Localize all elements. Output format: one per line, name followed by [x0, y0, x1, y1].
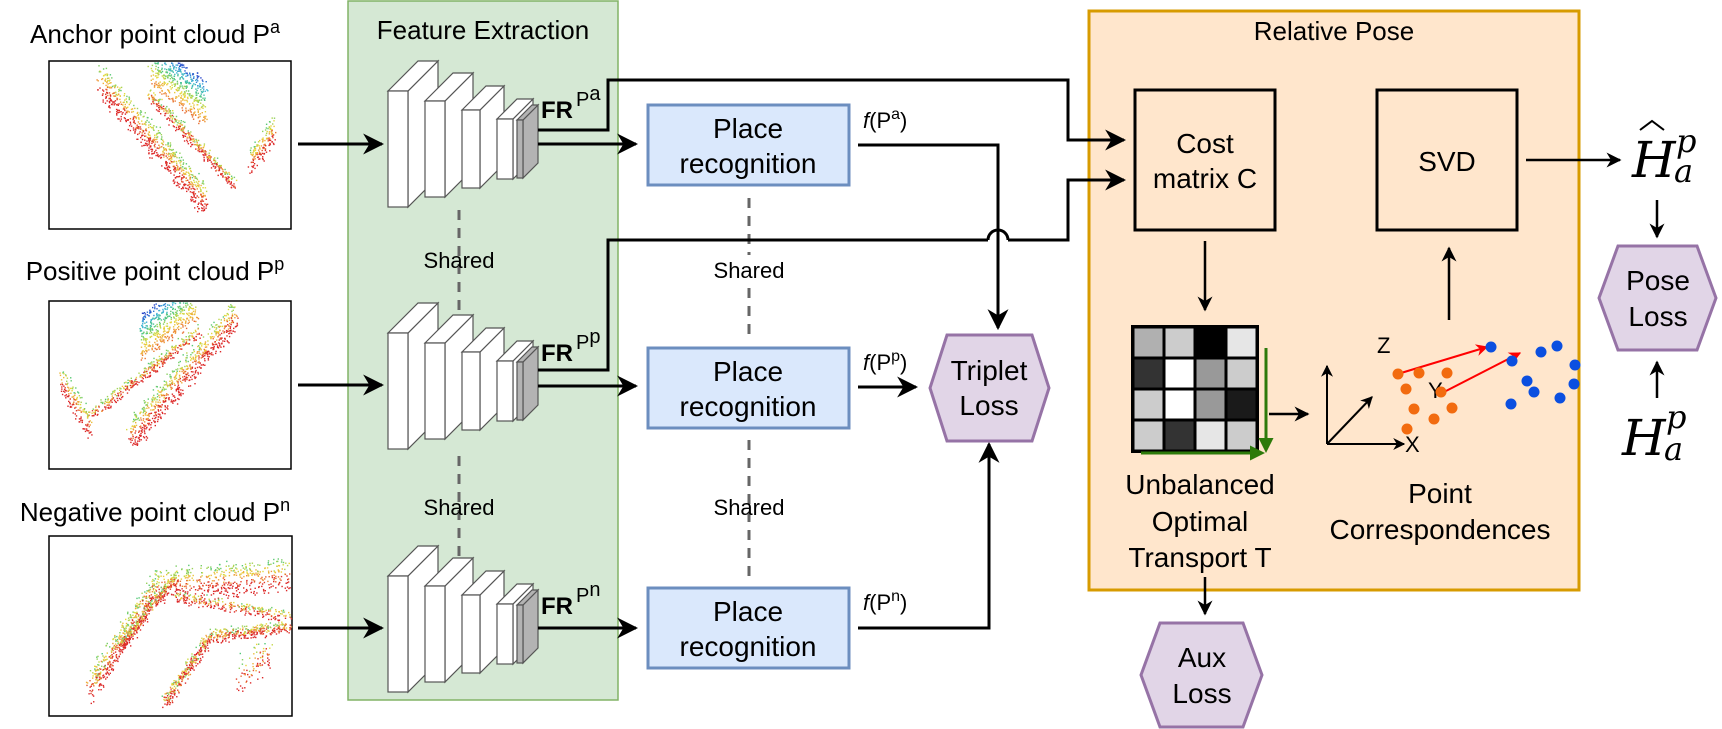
hat-accent	[1639, 119, 1665, 131]
transport-matrix-cell	[1227, 328, 1256, 357]
transport-matrix-cell	[1165, 328, 1194, 357]
target-point	[1551, 340, 1563, 352]
transport-matrix	[1131, 325, 1259, 453]
shared-label-place-1: Shared	[714, 258, 785, 283]
ground-truth-pose-symbol: H	[1621, 409, 1667, 467]
ground-truth-pose: H p a	[1621, 398, 1686, 468]
transport-label: Optimal	[1152, 506, 1248, 537]
place-recognition-anchor: Place recognition	[646, 103, 851, 187]
pipeline-diagram: Feature Extraction Relative Pose Anchor …	[20, 0, 1718, 729]
input-label-anchor: Anchor point cloud Pa	[30, 17, 281, 49]
aux-loss: Aux Loss	[1139, 621, 1264, 729]
transport-matrix-cell	[1196, 390, 1225, 419]
target-point	[1506, 355, 1518, 367]
triplet-loss: Triplet Loss	[928, 333, 1051, 443]
target-point	[1554, 392, 1566, 404]
ground-truth-pose-sub: a	[1664, 430, 1683, 468]
transport-matrix-cell	[1227, 359, 1256, 388]
correspondences-label: Correspondences	[1329, 514, 1550, 545]
aux-loss-label: Aux	[1178, 642, 1226, 673]
target-point	[1569, 359, 1581, 371]
transport-matrix-cell	[1196, 328, 1225, 357]
correspondences-label: Point	[1408, 478, 1472, 509]
transport-matrix-cell	[1165, 359, 1194, 388]
pose-loss: Pose Loss	[1597, 244, 1718, 352]
transport-matrix-cell	[1134, 421, 1163, 450]
triplet-loss-label: Triplet	[951, 355, 1028, 386]
transport-matrix-cell	[1196, 421, 1225, 450]
pose-loss-hexagon	[1597, 244, 1718, 352]
feature-extraction-title: Feature Extraction	[377, 15, 589, 45]
transport-matrix-cell	[1134, 359, 1163, 388]
target-point	[1485, 341, 1497, 353]
input-label-negative: Negative point cloud Pn	[20, 495, 290, 527]
aux-loss-label: Loss	[1172, 678, 1231, 709]
shared-label-encoder-1: Shared	[424, 248, 495, 273]
target-point	[1528, 386, 1540, 398]
arrow-descriptor-anchor-to-triplet	[858, 143, 1009, 331]
shared-label-place-2: Shared	[714, 495, 785, 520]
source-point	[1428, 413, 1440, 425]
pose-loss-label: Pose	[1626, 265, 1690, 296]
source-point	[1435, 386, 1447, 398]
transport-matrix-cell	[1165, 421, 1194, 450]
target-point	[1521, 375, 1533, 387]
source-point	[1413, 367, 1425, 379]
transport-matrix-cell	[1227, 390, 1256, 419]
svd-label: SVD	[1418, 146, 1476, 177]
relative-pose-panel	[1087, 9, 1581, 592]
input-anchor: Anchor point cloud Pa	[30, 17, 292, 230]
place-recognition-label: Place	[713, 356, 783, 387]
relative-pose-group: Relative Pose	[1087, 9, 1581, 592]
transport-matrix-cell	[1134, 390, 1163, 419]
place-recognition-label: Place	[713, 596, 783, 627]
source-point	[1441, 367, 1453, 379]
target-point	[1535, 346, 1547, 358]
relative-pose-title: Relative Pose	[1254, 16, 1414, 46]
estimated-pose-symbol: H	[1631, 131, 1677, 189]
aux-loss-hexagon	[1139, 621, 1264, 729]
estimated-pose-sub: a	[1674, 152, 1693, 190]
triplet-loss-label: Loss	[959, 390, 1018, 421]
input-label-positive: Positive point cloud Pp	[26, 254, 285, 286]
transport-matrix-cell	[1134, 328, 1163, 357]
descriptor-label-positive: f(Pp)	[863, 348, 907, 375]
transport-matrix-cell	[1196, 359, 1225, 388]
source-point	[1408, 403, 1420, 415]
place-recognition-positive: Place recognition	[646, 346, 851, 430]
pose-loss-label: Loss	[1628, 301, 1687, 332]
axis-x-label: X	[1405, 432, 1420, 457]
shared-label-encoder-2: Shared	[424, 495, 495, 520]
cost-matrix-label: matrix C	[1153, 163, 1257, 194]
estimated-pose: H p a	[1631, 119, 1696, 190]
transport-label: Unbalanced	[1125, 469, 1274, 500]
source-point	[1401, 423, 1413, 435]
place-recognition-negative: Place recognition	[646, 586, 851, 670]
place-recognition-label: recognition	[680, 148, 817, 179]
place-recognition-label: recognition	[680, 631, 817, 662]
input-positive: Positive point cloud Pp	[26, 254, 292, 470]
transport-label: Transport T	[1128, 542, 1271, 573]
cost-matrix-label: Cost	[1176, 128, 1234, 159]
target-point	[1505, 398, 1517, 410]
transport-matrix-cell	[1227, 421, 1256, 450]
source-point	[1392, 368, 1404, 380]
source-point	[1446, 402, 1458, 414]
axis-z-label: Z	[1377, 333, 1390, 358]
transport-matrix-cell	[1165, 390, 1194, 419]
descriptor-label-negative: f(Pn)	[863, 588, 907, 615]
source-point	[1400, 383, 1412, 395]
input-negative: Negative point cloud Pn	[20, 495, 293, 717]
place-recognition-label: Place	[713, 113, 783, 144]
triplet-loss-hexagon	[928, 333, 1051, 443]
target-point	[1568, 378, 1580, 390]
place-recognition-label: recognition	[680, 391, 817, 422]
descriptor-label-anchor: f(Pa)	[863, 106, 907, 133]
